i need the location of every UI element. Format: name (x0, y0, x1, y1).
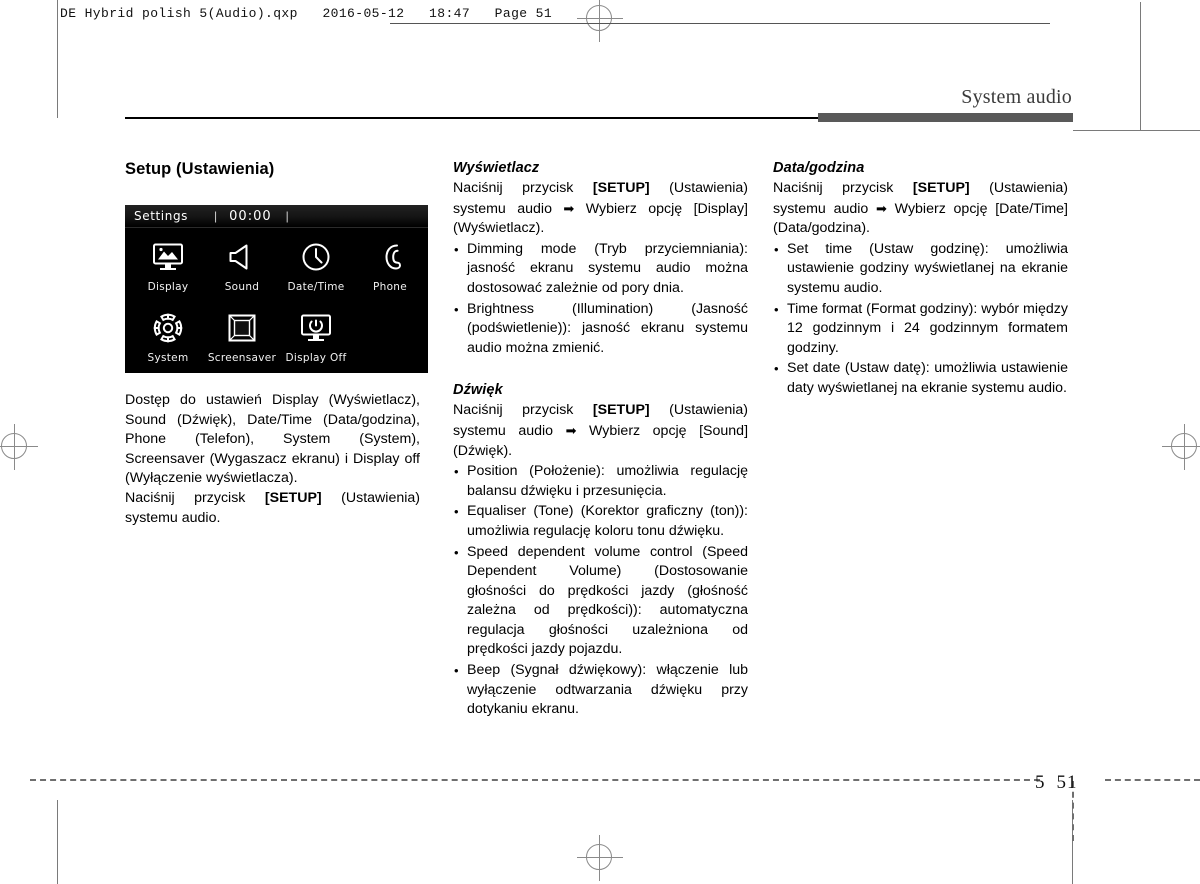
footer-page-number: 5 51 (1035, 772, 1078, 794)
screen-clock: 00:00 (229, 208, 272, 224)
header-accent-bar (818, 113, 1073, 122)
list-item: Position (Położenie): umożliwia regulacj… (453, 462, 748, 501)
page-title: System audio (961, 86, 1072, 108)
screen-tile-label: Phone (372, 281, 408, 293)
screen-separator-2: | (285, 209, 289, 223)
footer-chapter-number: 5 (1035, 772, 1046, 793)
screen-tile-phone[interactable]: Phone (353, 237, 427, 293)
wyswietlacz-bullet-list: Dimming mode (Tryb przyciemniania): jasn… (453, 240, 748, 359)
screen-tile-display[interactable]: Display (131, 237, 205, 293)
subsection-title-wyswietlacz: Wyświetlacz (453, 160, 540, 176)
phone-handset-icon (353, 237, 427, 277)
registration-mark-right (1162, 424, 1200, 470)
column-right: Data/godzina Naciśnij przycisk [SETUP] (… (773, 160, 1068, 399)
list-item: Speed dependent volume control (Speed De… (453, 543, 748, 661)
screen-title: Settings (134, 209, 189, 223)
setup-button-token: [SETUP] (592, 402, 650, 419)
screen-tile-date-time[interactable]: Date/Time (279, 237, 353, 293)
dzwiek-bullet-list: Position (Położenie): umożliwia regulacj… (453, 462, 748, 720)
screen-tile-label: Screensaver (207, 352, 277, 364)
subsection-title-dzwiek: Dźwięk (453, 382, 503, 399)
monitor-image-icon (131, 237, 205, 277)
crop-mark-left-vertical (57, 0, 58, 118)
intro-pre: Naciśnij przycisk (773, 180, 913, 196)
screen-tile-system[interactable]: System (131, 308, 205, 364)
screen-tile-label: System (147, 352, 189, 364)
setup-button-token: [SETUP] (264, 489, 322, 506)
list-item: Equaliser (Tone) (Korektor graficzny (to… (453, 502, 748, 541)
intro-pre: Naciśnij przycisk (453, 402, 593, 419)
list-item: Beep (Sygnał dźwiękowy): włączenie lub w… (453, 661, 748, 720)
registration-mark-top (577, 0, 623, 42)
monitor-power-icon (279, 308, 353, 348)
dzwiek-intro: Naciśnij przycisk [SETUP] (Ustawienia) s… (453, 401, 748, 461)
section-title-setup: Setup (Ustawienia) (125, 160, 275, 178)
setup-button-token: [SETUP] (912, 180, 970, 196)
subsection-title-data-godzina: Data/godzina (773, 160, 865, 176)
list-item: Set time (Ustaw godzinę): umożliwia usta… (773, 240, 1068, 299)
arrow-right-icon: ➡ (876, 200, 887, 216)
head-unit-screenshot: Settings | 00:00 | Display Sound Date/Ti… (125, 205, 428, 373)
left-paragraph-2-pre: Naciśnij przycisk (125, 489, 265, 506)
column-left: Setup (Ustawienia) Settings | 00:00 | Di… (125, 160, 428, 528)
slug-rule (390, 23, 1050, 24)
screen-top-bar: Settings | 00:00 | (125, 205, 428, 228)
crop-mark-right-horizontal (1073, 130, 1200, 131)
setup-button-token: [SETUP] (592, 180, 650, 196)
list-item: Dimming mode (Tryb przyciemniania): jasn… (453, 240, 748, 299)
wyswietlacz-intro: Naciśnij przycisk [SETUP] (Ustawienia) s… (453, 179, 748, 239)
arrow-right-icon: ➡ (563, 200, 575, 216)
registration-mark-left (0, 424, 38, 470)
screen-tile-sound[interactable]: Sound (205, 237, 279, 293)
left-paragraph-1: Dostęp do ustawień Display (Wyświetlacz)… (125, 392, 420, 487)
list-item: Set date (Ustaw datę): umożliwia ustawie… (773, 359, 1068, 398)
list-item: Brightness (Illumination) (Jasność (podś… (453, 300, 748, 359)
registration-mark-bottom (577, 835, 623, 881)
beveled-square-icon (205, 308, 279, 348)
screen-tile-label: Display (147, 281, 189, 293)
screen-tile-display-off[interactable]: Display Off (279, 308, 353, 364)
data-godzina-bullet-list: Set time (Ustaw godzinę): umożliwia usta… (773, 240, 1068, 399)
screen-tile-screensaver[interactable]: Screensaver (205, 308, 279, 364)
screen-separator-1: | (214, 209, 218, 223)
crop-mark-bottom-left-vertical (57, 800, 58, 884)
column-middle: Wyświetlacz Naciśnij przycisk [SETUP] (U… (453, 160, 748, 720)
arrow-right-icon: ➡ (565, 422, 577, 438)
list-item: Time format (Format godziny): wybór międ… (773, 300, 1068, 359)
clock-icon (279, 237, 353, 277)
intro-pre: Naciśnij przycisk (453, 180, 593, 196)
data-godzina-intro: Naciśnij przycisk [SETUP] (Ustawienia) s… (773, 179, 1068, 239)
screen-tile-grid: Display Sound Date/Time Phone System Scr… (125, 228, 428, 373)
speaker-icon (205, 237, 279, 277)
screen-tile-label: Display Off (285, 352, 347, 364)
footer-dashed-rule-right (1105, 779, 1200, 781)
gear-icon (131, 308, 205, 348)
screen-tile-label: Date/Time (287, 281, 345, 293)
screen-tile-label: Sound (224, 281, 260, 293)
footer-page-number-value: 51 (1056, 772, 1078, 793)
printer-slug-line: DE Hybrid polish 5(Audio).qxp 2016-05-12… (60, 6, 553, 21)
left-paragraph-2: Naciśnij przycisk [SETUP] (Ustawienia) s… (125, 489, 420, 528)
crop-mark-right-vertical (1140, 2, 1141, 130)
footer-dashed-rule-left (30, 779, 1040, 781)
